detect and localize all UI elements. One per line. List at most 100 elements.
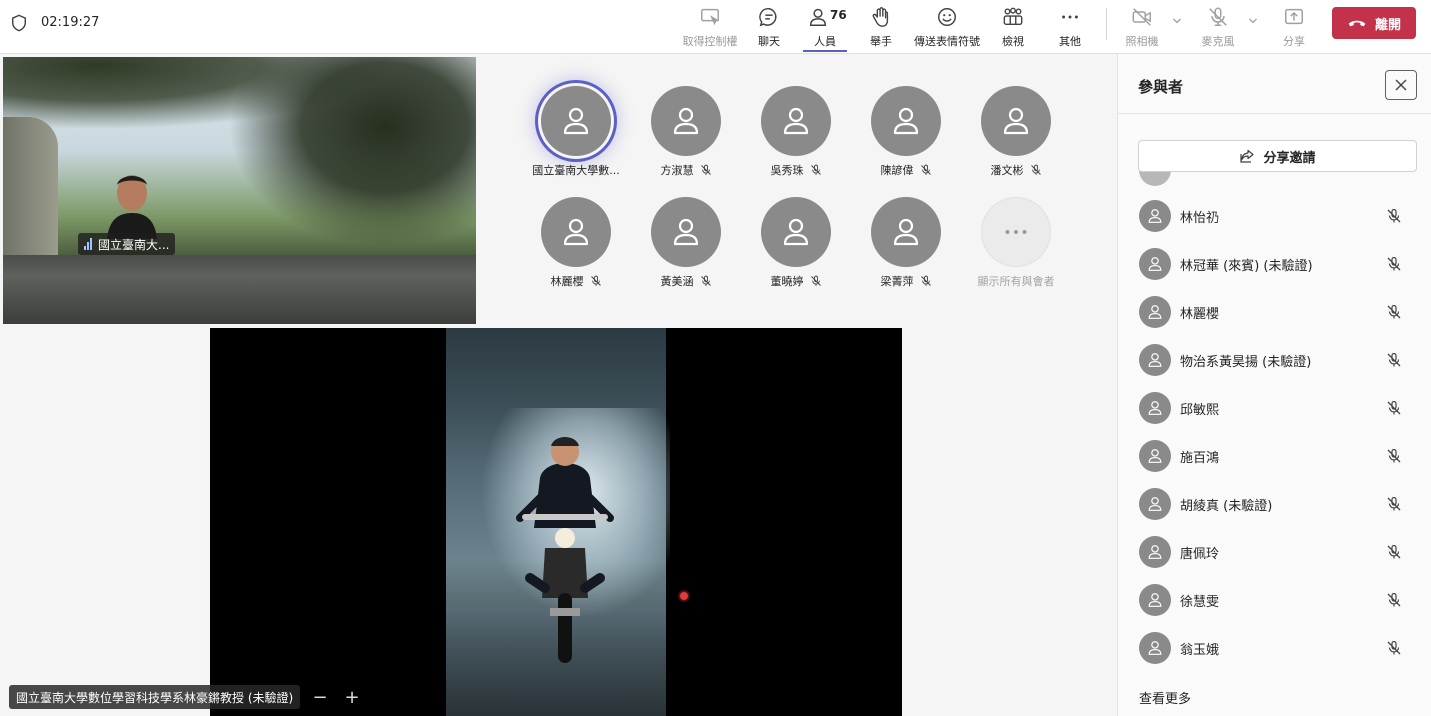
zoom-in-button[interactable]: +	[341, 686, 363, 708]
gallery-participant[interactable]: 林麗櫻	[526, 197, 626, 289]
gallery-participant[interactable]: 方淑慧	[636, 86, 736, 178]
attendee-row[interactable]: 林冠華 (來賓) (未驗證)	[1118, 240, 1431, 288]
camera-button[interactable]: 照相機	[1124, 4, 1160, 50]
more-button[interactable]: 其他	[1055, 4, 1085, 50]
take-control-button[interactable]: 取得控制權	[681, 4, 739, 50]
person-icon	[1148, 593, 1162, 607]
avatar	[1139, 440, 1171, 472]
attendee-row[interactable]: 胡綾真 (未驗證)	[1118, 480, 1431, 528]
attendee-mic-status	[1386, 496, 1402, 512]
mic-off-icon	[700, 275, 711, 286]
mic-off-icon	[810, 275, 821, 286]
avatar	[1139, 632, 1171, 664]
view-button[interactable]: 檢視	[998, 4, 1028, 50]
chat-icon	[759, 8, 777, 27]
mic-off-icon	[1209, 7, 1227, 26]
attendee-mic-status	[1386, 352, 1402, 368]
more-icon	[1062, 15, 1078, 19]
mic-options-chevron-icon[interactable]	[1248, 16, 1258, 26]
attendee-row[interactable]: 林麗櫻	[1118, 288, 1431, 336]
mic-button[interactable]: 麥克風	[1200, 4, 1236, 50]
reactions-button[interactable]: 傳送表情符號	[913, 4, 981, 50]
meeting-toolbar: 02:19:27 取得控制權 聊天 人員 76 舉手 傳送表情符號 檢視 其他 …	[0, 0, 1431, 54]
attendee-row[interactable]: 唐佩玲	[1118, 528, 1431, 576]
recording-indicator	[680, 592, 688, 600]
mic-off-icon	[1030, 164, 1041, 175]
person-icon	[673, 107, 699, 135]
share-out-icon	[1240, 149, 1255, 163]
meeting-timer: 02:19:27	[41, 15, 100, 30]
person-icon	[1148, 497, 1162, 511]
attendee-name: 徐慧雯	[1180, 594, 1220, 610]
participants-panel: 參與者 分享邀請 林怡礽 林冠華 (來賓) (未驗證) 林麗櫻物治系黃昊揚 (未驗證…	[1117, 54, 1431, 716]
person-icon	[1148, 641, 1162, 655]
attendee-row[interactable]: 翁玉娥	[1118, 624, 1431, 672]
participant-name: 林麗櫻	[551, 273, 602, 289]
attendee-row[interactable]: 林怡礽	[1118, 192, 1431, 240]
attendee-row[interactable]: 邱敏熙	[1118, 384, 1431, 432]
person-icon	[893, 107, 919, 135]
shared-screen[interactable]	[210, 328, 902, 716]
avatar	[1139, 584, 1171, 616]
avatar	[871, 197, 941, 267]
attendee-row[interactable]: 物治系黃昊揚 (未驗證)	[1118, 336, 1431, 384]
share-invite-button[interactable]: 分享邀請	[1138, 140, 1417, 172]
attendee-name: 物治系黃昊揚 (未驗證)	[1180, 354, 1312, 370]
raise-hand-button[interactable]: 舉手	[866, 4, 896, 50]
mic-off-icon	[810, 164, 821, 175]
mic-off-icon	[920, 275, 931, 286]
hand-icon	[872, 7, 889, 27]
attendee-mic-status	[1386, 304, 1402, 320]
person-icon	[1148, 257, 1162, 271]
attendee-mic-status	[1386, 256, 1402, 272]
person-icon	[563, 107, 589, 135]
person-icon	[893, 218, 919, 246]
gallery-participant[interactable]: 梁菁萍	[856, 197, 956, 289]
attendee-mic-status	[1386, 544, 1402, 560]
camera-options-chevron-icon[interactable]	[1172, 16, 1182, 26]
close-panel-button[interactable]	[1385, 70, 1417, 100]
gallery-participant[interactable]: 陳諺偉	[856, 86, 956, 178]
attendee-name: 林麗櫻	[1180, 306, 1220, 322]
gallery-participant[interactable]: 黃美涵	[636, 197, 736, 289]
shield-icon[interactable]	[10, 14, 28, 32]
person-icon	[783, 218, 809, 246]
attendee-name: 邱敏熙	[1180, 402, 1220, 418]
hang-up-icon	[1348, 20, 1366, 27]
attendee-mic-status	[1386, 448, 1402, 464]
mic-off-icon	[1387, 256, 1401, 271]
participant-name: 潘文彬	[991, 162, 1042, 178]
participant-name: 國立臺南大學數...	[532, 164, 620, 177]
person-icon	[1003, 107, 1029, 135]
avatar	[1139, 248, 1171, 280]
mic-off-icon	[1387, 592, 1401, 607]
mic-off-icon	[1387, 448, 1401, 463]
mic-off-icon	[590, 275, 601, 286]
mic-off-icon	[1387, 208, 1401, 223]
self-video-tile[interactable]: 國立臺南大...	[3, 57, 476, 324]
attendee-name: 唐佩玲	[1180, 546, 1220, 562]
avatar	[871, 86, 941, 156]
see-more-link[interactable]: 查看更多	[1139, 688, 1191, 707]
attendee-mic-status	[1386, 592, 1402, 608]
gallery-participant[interactable]: 董曉婷	[746, 197, 846, 289]
leave-button[interactable]: 離開	[1332, 7, 1416, 39]
self-name-chip: 國立臺南大...	[78, 233, 176, 255]
gallery-participant[interactable]: 吳秀珠	[746, 86, 846, 178]
avatar	[1139, 344, 1171, 376]
gallery-participant[interactable]: 國立臺南大學數...	[526, 86, 626, 178]
participant-name: 陳諺偉	[881, 162, 932, 178]
avatar	[541, 197, 611, 267]
chat-button[interactable]: 聊天	[754, 4, 784, 50]
mic-off-icon	[1387, 400, 1401, 415]
share-button[interactable]: 分享	[1280, 4, 1308, 50]
panel-title: 參與者	[1138, 78, 1184, 96]
zoom-out-button[interactable]: −	[309, 686, 331, 708]
attendee-row[interactable]: 徐慧雯	[1118, 576, 1431, 624]
show-all-participants-button[interactable]: 顯示所有與會者	[966, 197, 1066, 289]
person-icon	[1148, 353, 1162, 367]
avatar	[761, 86, 831, 156]
avatar	[1139, 200, 1171, 232]
gallery-participant[interactable]: 潘文彬	[966, 86, 1066, 178]
attendee-row[interactable]: 施百鴻	[1118, 432, 1431, 480]
